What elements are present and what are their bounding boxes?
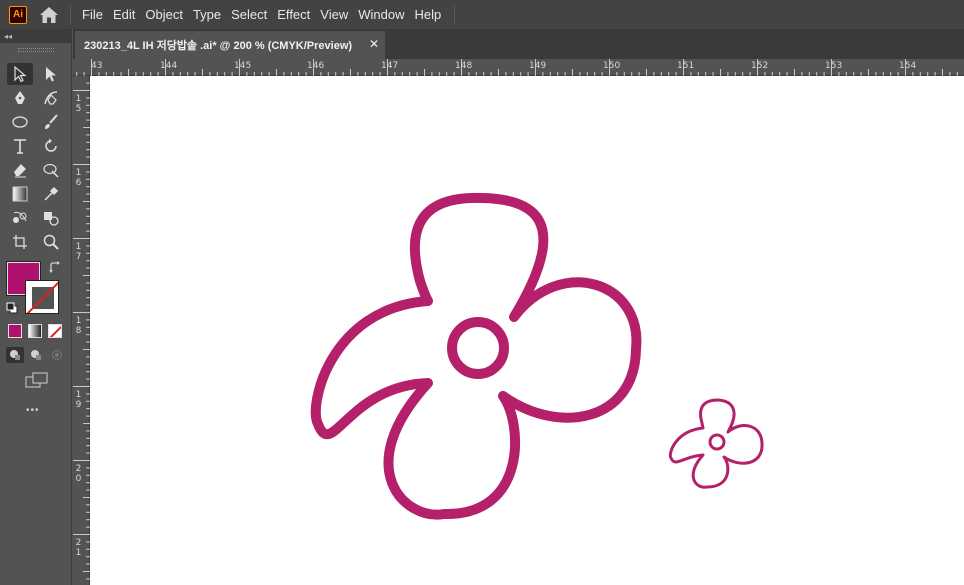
gradient-tool-icon[interactable] [7,183,33,205]
close-icon[interactable]: ✕ [369,37,379,51]
color-mode-button[interactable] [8,324,22,338]
menu-edit[interactable]: Edit [108,0,140,29]
type-tool-icon[interactable] [7,135,33,157]
zoom-tool-icon[interactable] [38,231,64,253]
screen-mode-icon[interactable] [25,372,49,390]
menu-file[interactable]: File [77,0,108,29]
ruler-label: 149 [529,61,547,71]
default-fill-stroke-icon[interactable] [6,301,18,314]
ellipse-tool-icon[interactable] [7,111,33,133]
menu-object[interactable]: Object [140,0,188,29]
menu-separator [454,4,456,25]
puppet-warp-tool-icon[interactable] [38,159,64,181]
tools-panel: ◂◂ ••• [0,29,72,585]
artboard-canvas[interactable] [90,76,964,585]
tools-panel-header: ◂◂ [0,29,71,43]
document-tab[interactable]: 230213_4L IH 저당밥솥 .ai* @ 200 % (CMYK/Pre… [75,31,385,59]
paintbrush-tool-icon[interactable] [38,111,64,133]
menu-window[interactable]: Window [353,0,409,29]
ruler-label: 154 [899,61,917,71]
large-flower[interactable] [310,192,642,520]
menu-select[interactable]: Select [226,0,272,29]
rotate-tool-icon[interactable] [38,135,64,157]
draw-inside-icon[interactable] [48,347,66,363]
selection-tool-icon[interactable] [7,63,33,85]
ruler-label: 146 [307,61,325,71]
small-flower[interactable] [668,398,764,489]
menu-view[interactable]: View [315,0,353,29]
none-mode-button[interactable] [48,324,62,338]
ruler-label: 18 [75,316,82,336]
vertical-ruler[interactable]: 15 16 17 18 19 20 21 [73,76,90,585]
ruler-label: 21 [75,538,82,558]
eyedropper-tool-icon[interactable] [38,183,64,205]
menu-bar: Ai File Edit Object Type Select Effect V… [0,0,964,29]
collapse-panel-icon[interactable]: ◂◂ [4,32,12,41]
stroke-swatch[interactable] [25,280,59,314]
ruler-label: 20 [75,464,82,484]
ruler-label: 145 [234,61,252,71]
ruler-label: 152 [751,61,769,71]
ruler-label: 153 [825,61,843,71]
curvature-tool-icon[interactable] [38,87,64,109]
document-tab-title: 230213_4L IH 저당밥솥 .ai* @ 200 % (CMYK/Pre… [84,40,353,52]
menu-help[interactable]: Help [409,0,446,29]
menu-type[interactable]: Type [188,0,226,29]
draw-behind-icon[interactable] [27,347,45,363]
ruler-label: 148 [455,61,473,71]
edit-toolbar-icon[interactable]: ••• [26,405,40,416]
ruler-label: 150 [603,61,621,71]
ruler-label: 15 [75,94,82,114]
document-tab-bar: 230213_4L IH 저당밥솥 .ai* @ 200 % (CMYK/Pre… [73,29,964,59]
menu-effect[interactable]: Effect [272,0,315,29]
shape-builder-tool-icon[interactable] [38,207,64,229]
ruler-label: 144 [160,61,178,71]
draw-normal-icon[interactable] [6,347,24,363]
ruler-label: 19 [75,390,82,410]
artboard-tool-icon[interactable] [7,231,33,253]
artwork [310,192,764,520]
swap-fill-stroke-icon[interactable] [48,261,62,275]
pen-tool-icon[interactable] [7,87,33,109]
ruler-label: 16 [75,168,82,188]
eraser-tool-icon[interactable] [7,159,33,181]
blend-tool-icon[interactable] [7,207,33,229]
ruler-label: 17 [75,242,82,262]
ruler-label: 43 [91,61,103,71]
horizontal-ruler[interactable]: 43 144 145 146 147 148 149 150 151 152 1… [73,59,964,76]
ruler-label: 151 [677,61,695,71]
illustrator-logo[interactable]: Ai [9,5,27,24]
direct-selection-tool-icon[interactable] [38,63,64,85]
ruler-label: 147 [381,61,399,71]
gradient-mode-button[interactable] [28,324,42,338]
home-icon[interactable] [38,4,60,26]
menu-separator [70,4,71,25]
panel-grip[interactable] [0,43,71,57]
